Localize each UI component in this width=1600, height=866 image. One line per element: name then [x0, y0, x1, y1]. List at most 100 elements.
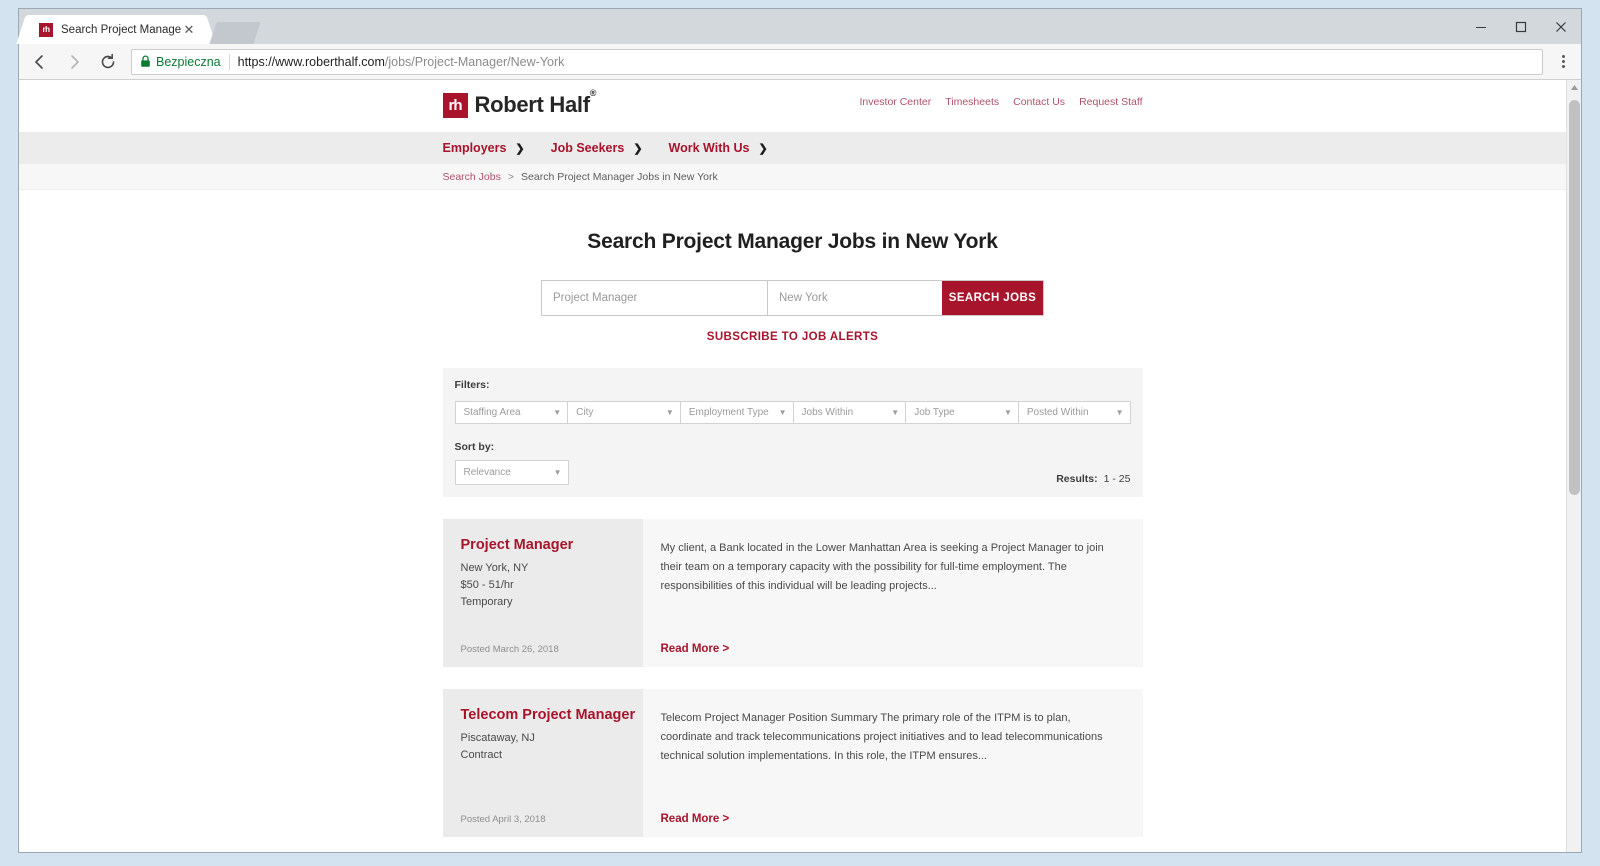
job-location: Piscataway, NJ: [460, 732, 535, 744]
job-card: Telecom Project Manager Piscataway, NJ C…: [442, 689, 1143, 837]
filter-city[interactable]: City ▼: [567, 401, 680, 424]
three-dot-menu-icon[interactable]: [1549, 47, 1577, 77]
window-close-icon[interactable]: [1541, 9, 1581, 44]
tab-close-icon[interactable]: ✕: [181, 22, 197, 38]
nav-item-job-seekers[interactable]: Job Seekers ❯: [551, 141, 643, 155]
scroll-up-arrow-icon[interactable]: [1567, 80, 1581, 95]
tab-title: Search Project Manager: [61, 23, 181, 36]
job-title-link[interactable]: Project Manager: [461, 537, 643, 553]
job-card-summary: Telecom Project Manager Piscataway, NJ C…: [442, 689, 643, 837]
filter-job-type-label: Job Type: [914, 407, 955, 418]
logo-wordmark: Robert Half®: [474, 88, 597, 118]
utility-links: Investor Center Timesheets Contact Us Re…: [859, 96, 1142, 108]
reload-icon[interactable]: [91, 47, 125, 77]
filter-staffing-area[interactable]: Staffing Area ▼: [454, 401, 568, 424]
chevron-down-icon: ▼: [891, 408, 900, 417]
filter-posted-within[interactable]: Posted Within ▼: [1017, 401, 1131, 424]
minimize-icon[interactable]: [1461, 9, 1501, 44]
chevron-down-icon: ▼: [553, 468, 562, 477]
breadcrumb-current: Search Project Manager Jobs in New York: [521, 170, 718, 183]
filter-city-label: City: [576, 407, 594, 418]
keyword-search-input[interactable]: [542, 281, 768, 315]
util-link-timesheets[interactable]: Timesheets: [945, 96, 999, 108]
filter-posted-within-label: Posted Within: [1026, 407, 1089, 418]
logo-name: Robert Half: [474, 92, 591, 117]
main-navigation: Employers ❯ Job Seekers ❯ Work With Us ❯: [19, 132, 1566, 164]
job-location: New York, NY: [460, 562, 529, 574]
secure-label: Bezpieczna: [156, 54, 221, 69]
site-logo[interactable]: rh Robert Half®: [442, 88, 597, 118]
util-link-contact-us[interactable]: Contact Us: [1013, 96, 1065, 108]
job-description: Telecom Project Manager Position Summary…: [660, 712, 1103, 762]
filters-label: Filters:: [454, 379, 490, 391]
breadcrumb: Search Jobs > Search Project Manager Job…: [443, 171, 1143, 183]
job-posted-date: Posted April 3, 2018: [460, 814, 546, 825]
web-page: rh Robert Half® Investor Center Timeshee…: [19, 80, 1566, 852]
browser-window: rh Search Project Manager ✕ Bezpieczna h…: [18, 8, 1582, 853]
page-title: Search Project Manager Jobs in New York: [587, 230, 998, 253]
breadcrumb-bar: Search Jobs > Search Project Manager Job…: [19, 164, 1566, 190]
browser-viewport: rh Robert Half® Investor Center Timeshee…: [19, 80, 1581, 852]
filter-staffing-area-label: Staffing Area: [463, 407, 521, 418]
chevron-right-icon: ❯: [515, 142, 525, 155]
location-search-input[interactable]: [768, 281, 942, 315]
lock-icon: [140, 55, 151, 68]
sort-by-value: Relevance: [463, 467, 511, 478]
chevron-down-icon: ▼: [1115, 408, 1124, 417]
tab-strip: rh Search Project Manager ✕: [19, 9, 1581, 44]
logo-trademark: ®: [589, 88, 597, 99]
util-link-investor-center[interactable]: Investor Center: [859, 96, 931, 108]
nav-item-employers[interactable]: Employers ❯: [443, 141, 525, 155]
filters-row: Staffing Area ▼ City ▼ Employment Type ▼…: [454, 401, 1131, 424]
filters-panel: Filters: Staffing Area ▼ City ▼ Employme…: [442, 368, 1143, 497]
url-path: /jobs/Project-Manager/New-York: [384, 54, 565, 69]
filter-jobs-within[interactable]: Jobs Within ▼: [792, 401, 906, 424]
job-employment-type: Temporary: [460, 596, 513, 609]
job-card-detail: My client, a Bank located in the Lower M…: [642, 519, 1143, 667]
nav-item-work-with-us[interactable]: Work With Us ❯: [669, 141, 768, 155]
sort-by-select[interactable]: Relevance ▼: [454, 460, 569, 485]
chevron-down-icon: ▼: [778, 408, 787, 417]
job-title-link[interactable]: Telecom Project Manager: [461, 707, 643, 723]
filter-employment-type-label: Employment Type: [688, 407, 769, 418]
back-arrow-icon[interactable]: [23, 47, 57, 77]
forward-arrow-icon[interactable]: [57, 47, 91, 77]
url-omnibox[interactable]: Bezpieczna https://www.roberthalf.com/jo…: [131, 48, 1543, 75]
filter-jobs-within-label: Jobs Within: [801, 407, 854, 418]
browser-tab[interactable]: rh Search Project Manager ✕: [27, 15, 205, 44]
page-scrollbar[interactable]: [1566, 80, 1581, 852]
results-label: Results:: [1056, 473, 1098, 485]
robert-half-logo-icon: rh: [442, 92, 468, 118]
search-jobs-button[interactable]: SEARCH JOBS: [942, 281, 1043, 315]
url-origin: https://www.roberthalf.com: [237, 54, 385, 69]
chevron-right-icon: ❯: [633, 142, 643, 155]
job-description: My client, a Bank located in the Lower M…: [660, 542, 1104, 592]
scrollbar-thumb[interactable]: [1569, 100, 1580, 495]
sort-by-label: Sort by:: [454, 441, 495, 453]
omnibox-divider: [228, 53, 230, 70]
site-header: rh Robert Half® Investor Center Timeshee…: [19, 80, 1566, 132]
job-card-detail: Telecom Project Manager Position Summary…: [642, 689, 1143, 837]
chevron-down-icon: ▼: [1003, 408, 1012, 417]
sort-section: Sort by: Relevance ▼ Results: 1 - 25: [454, 441, 1131, 485]
breadcrumb-link-search-jobs[interactable]: Search Jobs: [443, 171, 501, 183]
util-link-request-staff[interactable]: Request Staff: [1079, 96, 1142, 108]
job-posted-date: Posted March 26, 2018: [460, 644, 559, 655]
read-more-link[interactable]: Read More >: [661, 813, 1123, 825]
nav-label-employers: Employers: [442, 141, 507, 155]
chevron-down-icon: ▼: [665, 408, 674, 417]
job-pay: $50 - 51/hr: [460, 579, 514, 592]
breadcrumb-separator: >: [507, 170, 515, 183]
new-tab-button[interactable]: [209, 22, 261, 44]
filter-employment-type[interactable]: Employment Type ▼: [679, 401, 793, 424]
job-card: Project Manager New York, NY $50 - 51/hr…: [442, 519, 1143, 667]
read-more-link[interactable]: Read More >: [661, 643, 1123, 655]
nav-label-work-with-us: Work With Us: [668, 141, 750, 155]
address-bar: Bezpieczna https://www.roberthalf.com/jo…: [19, 44, 1581, 80]
subscribe-to-job-alerts-link[interactable]: SUBSCRIBE TO JOB ALERTS: [707, 331, 879, 343]
maximize-icon[interactable]: [1501, 9, 1541, 44]
filter-job-type[interactable]: Job Type ▼: [905, 401, 1018, 424]
results-count: Results: 1 - 25: [1056, 473, 1130, 485]
chevron-down-icon: ▼: [553, 408, 562, 417]
chevron-right-icon: ❯: [758, 142, 768, 155]
